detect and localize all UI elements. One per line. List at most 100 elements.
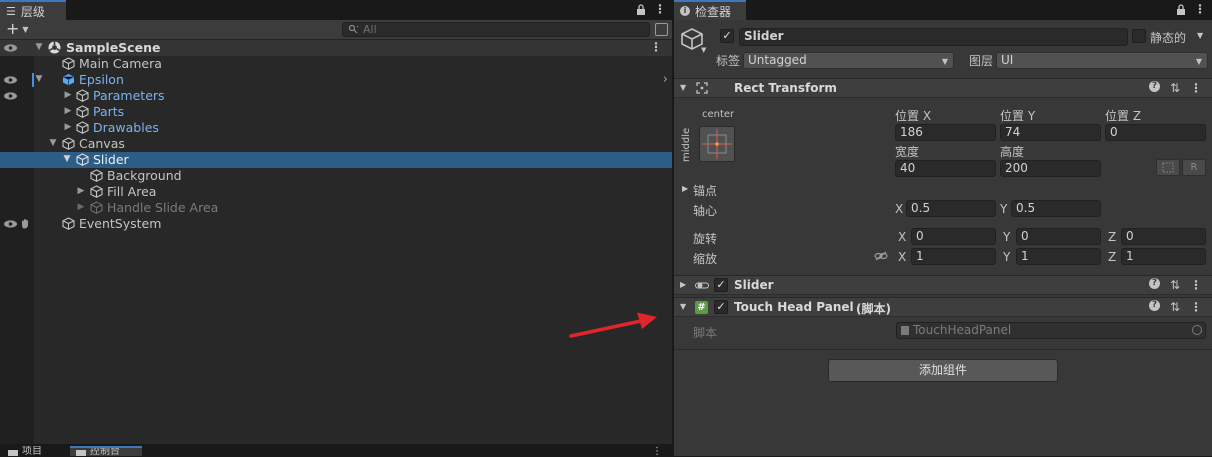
pivot-x-field[interactable]: 0.5 — [906, 200, 996, 217]
tag-dropdown[interactable]: Untagged ▼ — [743, 52, 954, 69]
tag-label: 标签 — [716, 54, 741, 68]
hierarchy-panel: ☰ 层级 ⋮ + ▼ All ▼ SampleScene ⋮ Main Came… — [0, 0, 672, 457]
raw-edit-button[interactable]: R — [1182, 159, 1206, 176]
plus-icon: + — [6, 19, 20, 38]
more-menu-icon[interactable]: ⋮ — [1194, 2, 1206, 16]
expand-arrow-down-icon[interactable]: ▼ — [34, 74, 44, 84]
eye-icon[interactable] — [3, 43, 18, 53]
pivot-y-axis-label: Y — [1000, 202, 1008, 216]
item-label: Main Camera — [79, 56, 162, 71]
expand-arrow-right-icon[interactable]: ▶ — [680, 280, 686, 289]
object-name-field[interactable]: Slider — [739, 28, 1128, 46]
pick-hand-icon[interactable] — [20, 218, 31, 229]
script-label: 脚本 — [693, 326, 718, 340]
more-menu-icon[interactable]: ⋮ — [1190, 300, 1202, 314]
expand-arrow-down-icon[interactable]: ▼ — [680, 302, 686, 311]
lock-icon[interactable] — [1176, 3, 1186, 15]
scene-header-row[interactable]: ▼ SampleScene ⋮ — [0, 40, 672, 56]
anchor-presets-button[interactable] — [699, 126, 735, 162]
eye-icon[interactable] — [3, 219, 18, 229]
presets-icon[interactable]: ⇅ — [1170, 81, 1180, 95]
rot-x-field[interactable]: 0 — [911, 228, 996, 245]
hierarchy-item-eventsystem[interactable]: EventSystem — [34, 216, 672, 232]
create-button[interactable]: + ▼ — [6, 21, 29, 37]
search-placeholder: All — [363, 23, 377, 36]
lock-icon[interactable] — [636, 3, 646, 15]
hierarchy-item-background[interactable]: Background — [34, 168, 672, 184]
hierarchy-item-drawables[interactable]: ▶ Drawables — [34, 120, 672, 136]
touch-head-panel-header[interactable]: ▼ # ✓ Touch Head Panel (脚本) ? ⇅ ⋮ — [674, 297, 1212, 317]
search-input[interactable]: All — [342, 22, 650, 37]
hierarchy-item-parameters[interactable]: ▶ Parameters — [34, 88, 672, 104]
add-component-button[interactable]: 添加组件 — [828, 359, 1058, 382]
component-header-icons: ? ⇅ ⋮ — [1148, 81, 1202, 95]
static-checkbox[interactable] — [1132, 29, 1146, 43]
expand-arrow-down-icon[interactable]: ▼ — [48, 138, 58, 148]
width-field[interactable]: 40 — [895, 160, 996, 177]
script-enabled-checkbox[interactable]: ✓ — [714, 300, 728, 314]
slider-component-header[interactable]: ▶ ✓ Slider ? ⇅ ⋮ — [674, 275, 1212, 295]
expand-arrow-right-icon[interactable]: ▶ — [63, 90, 73, 100]
hierarchy-item-slider[interactable]: ▼ Slider — [0, 152, 672, 168]
more-menu-icon[interactable]: ⋮ — [652, 447, 662, 457]
hierarchy-item-handle-slide-area[interactable]: ▶ Handle Slide Area — [34, 200, 672, 216]
scale-y-field[interactable]: 1 — [1016, 248, 1101, 265]
icon-dropdown-caret[interactable]: ▼ — [701, 46, 706, 54]
static-dropdown-caret[interactable]: ▼ — [1197, 31, 1203, 40]
expand-arrow-right-icon[interactable]: ▶ — [76, 186, 86, 196]
expand-arrow-down-icon[interactable]: ▼ — [62, 154, 72, 164]
script-field[interactable]: TouchHeadPanel — [896, 322, 1206, 339]
hierarchy-item-main-camera[interactable]: Main Camera — [34, 56, 672, 72]
help-icon[interactable]: ? — [1148, 300, 1160, 311]
rot-y-field[interactable]: 0 — [1016, 228, 1101, 245]
more-menu-icon[interactable]: ⋮ — [1190, 81, 1202, 95]
gameobject-icon — [62, 57, 75, 70]
active-checkbox[interactable]: ✓ — [720, 29, 734, 43]
hierarchy-item-parts[interactable]: ▶ Parts — [34, 104, 672, 120]
scale-z-field[interactable]: 1 — [1121, 248, 1206, 265]
tab-project[interactable]: 项目 — [8, 446, 64, 456]
tab-hierarchy[interactable]: ☰ 层级 — [0, 0, 66, 20]
help-icon[interactable]: ? — [1148, 278, 1160, 289]
chevron-right-icon[interactable]: › — [663, 72, 668, 87]
scale-x-axis-label: X — [898, 250, 907, 264]
hierarchy-item-fill-area[interactable]: ▶ Fill Area — [34, 184, 672, 200]
object-picker-icon[interactable] — [1192, 325, 1202, 335]
slider-enabled-checkbox[interactable]: ✓ — [714, 278, 728, 292]
height-field[interactable]: 200 — [1000, 160, 1101, 177]
tab-inspector[interactable]: i 检查器 — [674, 0, 746, 20]
eye-icon[interactable] — [3, 91, 18, 101]
layer-dropdown[interactable]: UI ▼ — [996, 52, 1208, 69]
tab-inspector-label: 检查器 — [695, 4, 732, 19]
item-label: Fill Area — [107, 184, 157, 199]
hierarchy-item-epsilon[interactable]: ▼ Epsilon › — [34, 72, 672, 88]
constrain-proportions-link-icon[interactable] — [874, 250, 888, 262]
anchor-preset-icon — [702, 129, 732, 159]
tab-console[interactable]: 控制台 — [70, 446, 142, 456]
expand-arrow-down-icon[interactable]: ▼ — [34, 42, 44, 52]
blueprint-mode-button[interactable] — [1156, 159, 1180, 176]
presets-icon[interactable]: ⇅ — [1170, 300, 1180, 314]
scene-menu-icon[interactable]: ⋮ — [650, 40, 662, 54]
expand-arrow-right-icon[interactable]: ▶ — [682, 184, 688, 193]
scale-x-field[interactable]: 1 — [911, 248, 996, 265]
eye-icon[interactable] — [3, 75, 18, 85]
expand-arrow-down-icon[interactable]: ▼ — [680, 83, 686, 92]
hierarchy-item-canvas[interactable]: ▼ Canvas — [34, 136, 672, 152]
expand-arrow-right-icon[interactable]: ▶ — [63, 106, 73, 116]
help-icon[interactable]: ? — [1148, 81, 1160, 92]
item-label: EventSystem — [79, 216, 162, 231]
scene-search-icon[interactable] — [655, 23, 668, 36]
rect-transform-header[interactable]: ▼ Rect Transform ? ⇅ ⋮ — [674, 78, 1212, 98]
more-menu-icon[interactable]: ⋮ — [1190, 278, 1202, 292]
pivot-y-field[interactable]: 0.5 — [1011, 200, 1101, 217]
expand-arrow-right-icon[interactable]: ▶ — [76, 202, 86, 212]
presets-icon[interactable]: ⇅ — [1170, 278, 1180, 292]
pos-z-field[interactable]: 0 — [1105, 124, 1206, 141]
expand-arrow-right-icon[interactable]: ▶ — [63, 122, 73, 132]
pos-y-field[interactable]: 74 — [1000, 124, 1101, 141]
rot-z-field[interactable]: 0 — [1121, 228, 1206, 245]
height-label: 高度 — [1000, 145, 1025, 159]
pos-x-field[interactable]: 186 — [895, 124, 996, 141]
more-menu-icon[interactable]: ⋮ — [654, 2, 666, 16]
